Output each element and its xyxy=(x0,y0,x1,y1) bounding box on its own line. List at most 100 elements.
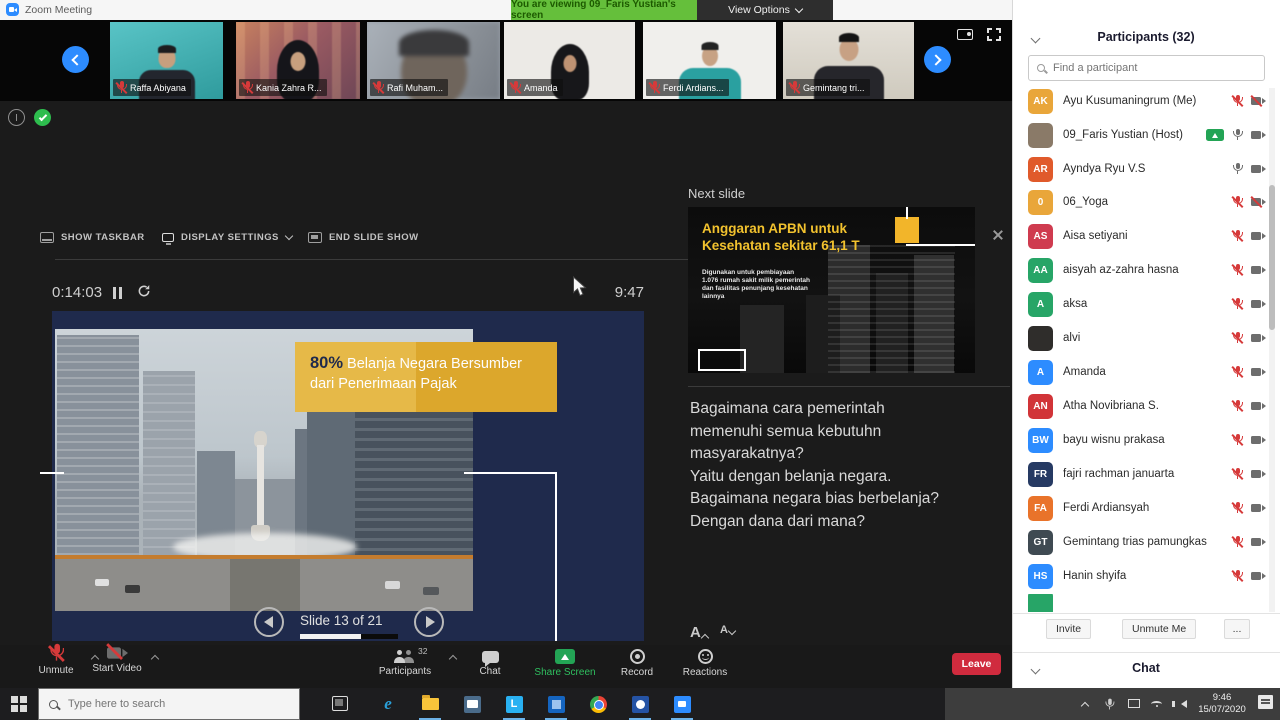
green-check-icon[interactable] xyxy=(34,109,51,126)
unmute-me-button[interactable]: Unmute Me xyxy=(1122,619,1196,639)
taskbar-app-file-explorer[interactable] xyxy=(410,688,450,720)
participant-row[interactable]: AA aisyah az-zahra hasna xyxy=(1028,253,1266,287)
taskbar-app-powerpoint[interactable] xyxy=(620,688,660,720)
taskbar-search-input[interactable] xyxy=(66,697,289,711)
record-button[interactable]: Record xyxy=(606,649,668,678)
view-options-button[interactable]: View Options xyxy=(697,0,833,20)
next-slide-label: Next slide xyxy=(688,186,745,201)
strip-next-button[interactable] xyxy=(924,46,951,73)
video-tile[interactable]: Amanda xyxy=(504,22,635,99)
next-slide-preview[interactable]: Anggaran APBN untuk Kesehatan sekitar 61… xyxy=(688,207,975,373)
panel-more-button[interactable]: ... xyxy=(1224,619,1250,639)
start-button[interactable] xyxy=(0,688,38,720)
avatar xyxy=(1028,123,1053,148)
participants-button[interactable]: 32 Participants xyxy=(360,649,450,677)
speaker-view-toggle[interactable] xyxy=(957,29,973,40)
clock-date[interactable]: 9:46 15/07/2020 xyxy=(1188,692,1256,716)
participant-row[interactable]: AK Ayu Kusumaningrum (Me) xyxy=(1028,84,1266,118)
next-slide-accent-line xyxy=(906,207,908,219)
notification-center-icon[interactable] xyxy=(1258,695,1273,709)
participant-row[interactable]: AS Aisa setiyani xyxy=(1028,219,1266,253)
taskbar-search[interactable] xyxy=(38,688,300,720)
divider xyxy=(1013,613,1280,614)
invite-button[interactable]: Invite xyxy=(1046,619,1091,639)
slide-accent-line xyxy=(464,472,557,474)
panel-scrollbar-thumb[interactable] xyxy=(1269,185,1275,330)
share-screen-button[interactable]: Share Screen xyxy=(527,649,603,678)
mic-icon xyxy=(1232,163,1243,176)
participant-row[interactable]: GT Gemintang trias pamungkas xyxy=(1028,525,1266,559)
speaker-notes[interactable]: Bagaimana cara pemerintah memenuhi semua… xyxy=(690,398,939,533)
taskbar-app-zoom[interactable] xyxy=(662,688,702,720)
taskbar-app-mail[interactable] xyxy=(452,688,492,720)
tray-mic-icon[interactable] xyxy=(1104,698,1115,716)
record-icon xyxy=(630,649,645,664)
current-slide[interactable]: 80% Belanja Negara Bersumber dari Peneri… xyxy=(52,311,644,641)
chat-button[interactable]: Chat xyxy=(462,649,518,677)
taskbar-app-l[interactable]: L xyxy=(494,688,534,720)
muted-mic-icon xyxy=(1232,434,1243,447)
divider xyxy=(688,386,1010,387)
task-view-button[interactable] xyxy=(332,696,348,711)
tray-display-icon[interactable] xyxy=(1128,699,1140,708)
participant-row[interactable]: AN Atha Novibriana S. xyxy=(1028,389,1266,423)
taskbar-app-chrome[interactable] xyxy=(578,688,618,720)
muted-mic-icon xyxy=(510,81,521,94)
avatar: GT xyxy=(1028,530,1053,555)
avatar: BW xyxy=(1028,428,1053,453)
participant-row[interactable]: A aksa xyxy=(1028,287,1266,321)
decrease-font-button[interactable]: A xyxy=(720,624,735,636)
end-slide-show-button[interactable]: END SLIDE SHOW xyxy=(308,232,419,243)
leave-button[interactable]: Leave xyxy=(952,653,1001,675)
start-video-button[interactable]: Start Video xyxy=(80,649,154,674)
zoom-app-icon xyxy=(6,3,19,16)
video-tile[interactable]: Gemintang tri... xyxy=(783,22,914,99)
participant-row[interactable]: FA Ferdi Ardiansyah xyxy=(1028,491,1266,525)
search-input[interactable] xyxy=(1051,61,1256,75)
next-slide-button[interactable] xyxy=(414,607,444,637)
avatar xyxy=(1028,326,1053,351)
participant-row[interactable]: FR fajri rachman januarta xyxy=(1028,457,1266,491)
previous-slide-button[interactable] xyxy=(254,607,284,637)
pause-timer-button[interactable] xyxy=(113,287,122,299)
close-button[interactable] xyxy=(990,227,1006,243)
participant-row[interactable]: HS Hanin shyifa xyxy=(1028,559,1266,593)
restart-timer-button[interactable] xyxy=(137,284,151,303)
video-tile[interactable]: Rafi Muham... xyxy=(367,22,500,99)
reactions-button[interactable]: Reactions xyxy=(672,649,738,678)
increase-font-button[interactable]: A xyxy=(690,624,708,641)
strip-prev-button[interactable] xyxy=(62,46,89,73)
fullscreen-button[interactable] xyxy=(987,28,1001,41)
hidden-icons-chevron[interactable] xyxy=(1082,700,1088,709)
restart-icon xyxy=(137,284,151,298)
muted-mic-icon xyxy=(1232,468,1243,481)
next-icon xyxy=(426,616,435,628)
video-tile[interactable]: Raffa Abiyana xyxy=(110,22,223,99)
participant-search[interactable] xyxy=(1028,55,1265,81)
taskbar-app-document[interactable] xyxy=(536,688,576,720)
participant-row[interactable]: 09_Faris Yustian (Host) xyxy=(1028,118,1266,152)
display-settings-button[interactable]: DISPLAY SETTINGS xyxy=(162,232,292,243)
next-slide-title: Anggaran APBN untuk Kesehatan sekitar 61… xyxy=(702,220,860,254)
video-tile[interactable]: Kania Zahra R... xyxy=(236,22,360,99)
participant-row[interactable]: 0 06_Yoga xyxy=(1028,185,1266,219)
power-icon[interactable] xyxy=(8,109,25,126)
muted-mic-icon xyxy=(1232,536,1243,549)
slide-headline-banner: 80% Belanja Negara Bersumber dari Peneri… xyxy=(295,342,557,412)
participant-row[interactable]: AR Ayndya Ryu V.S xyxy=(1028,152,1266,186)
participant-row[interactable]: alvi xyxy=(1028,321,1266,355)
tray-volume-icon[interactable] xyxy=(1172,700,1187,708)
video-tile[interactable]: Ferdi Ardians... xyxy=(643,22,776,99)
avatar: FA xyxy=(1028,496,1053,521)
tray-network-icon[interactable] xyxy=(1151,701,1162,707)
slide-progress-fill xyxy=(300,634,361,639)
participant-row[interactable]: BW bayu wisnu prakasa xyxy=(1028,423,1266,457)
tile-name: Rafi Muham... xyxy=(387,83,443,93)
shared-screen: SHOW TASKBAR DISPLAY SETTINGS END SLIDE … xyxy=(0,101,1012,645)
show-taskbar-button[interactable]: SHOW TASKBAR xyxy=(40,232,145,243)
taskbar-app-edge[interactable]: e xyxy=(368,688,408,720)
panel-scrollbar-track[interactable] xyxy=(1269,88,1275,612)
video-icon xyxy=(1251,164,1266,175)
participant-row[interactable]: A Amanda xyxy=(1028,355,1266,389)
participant-row[interactable] xyxy=(1028,594,1266,612)
